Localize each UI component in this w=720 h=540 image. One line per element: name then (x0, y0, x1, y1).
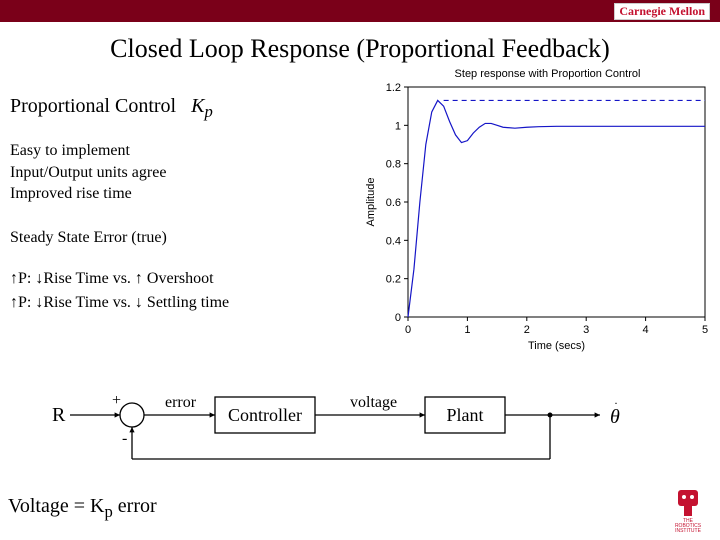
svg-text:Plant: Plant (446, 405, 483, 425)
svg-text:5: 5 (702, 324, 708, 336)
subheading: Proportional Control Kp (10, 95, 350, 122)
svg-text:2: 2 (524, 324, 530, 336)
cm-logo: Carnegie Mellon (614, 3, 710, 20)
svg-text:+: + (112, 392, 121, 409)
svg-text:4: 4 (643, 324, 649, 336)
relations: ↑P: ↓Rise Time vs. ↑ Overshoot ↑P: ↓Rise… (10, 267, 350, 315)
svg-text:Time (secs): Time (secs) (528, 340, 585, 352)
svg-text:1: 1 (395, 120, 401, 132)
svg-text:·: · (614, 396, 618, 410)
svg-text:R: R (52, 404, 66, 426)
svg-text:Controller: Controller (228, 405, 302, 425)
block-diagram: R+-errorControllervoltagePlantθ· (40, 385, 680, 475)
bullets: Easy to implement Input/Output units agr… (10, 140, 350, 205)
rel-1: ↑P: ↓Rise Time vs. ↑ Overshoot (10, 267, 350, 291)
kp-sym: K (191, 95, 204, 117)
svg-text:Step response with Proportion: Step response with Proportion Control (455, 68, 641, 80)
rel-2: ↑P: ↓Rise Time vs. ↓ Settling time (10, 291, 350, 315)
svg-text:3: 3 (583, 324, 589, 336)
svg-text:error: error (165, 394, 197, 411)
bullet-3: Improved rise time (10, 183, 350, 205)
svg-text:1.2: 1.2 (386, 82, 401, 94)
equation: Voltage = Kp error (8, 495, 157, 522)
robotics-logo: THE ROBOTICS INSTITUTE (664, 490, 712, 534)
svg-text:0.8: 0.8 (386, 159, 401, 171)
left-content: Proportional Control Kp Easy to implemen… (10, 95, 350, 315)
svg-text:0: 0 (405, 324, 411, 336)
svg-text:0.6: 0.6 (386, 197, 401, 209)
svg-text:0.2: 0.2 (386, 274, 401, 286)
eq-sub: p (104, 502, 112, 521)
bullet-2: Input/Output units agree (10, 162, 350, 184)
svg-text:Amplitude: Amplitude (365, 178, 377, 227)
svg-text:-: - (122, 430, 127, 447)
svg-text:1: 1 (464, 324, 470, 336)
svg-text:0.4: 0.4 (386, 235, 401, 247)
svg-text:INSTITUTE: INSTITUTE (675, 528, 701, 534)
sse: Steady State Error (true) (10, 229, 350, 247)
eq-post: error (113, 495, 157, 517)
svg-text:voltage: voltage (350, 394, 397, 411)
bullet-1: Easy to implement (10, 140, 350, 162)
subheading-label: Proportional Control (10, 95, 176, 117)
kp-sub: p (204, 102, 212, 121)
eq-pre: Voltage = K (8, 495, 104, 517)
page-title: Closed Loop Response (Proportional Feedb… (0, 34, 720, 64)
response-chart: Step response with Proportion Control 0 1 2… (360, 65, 715, 355)
svg-text:0: 0 (395, 312, 401, 324)
